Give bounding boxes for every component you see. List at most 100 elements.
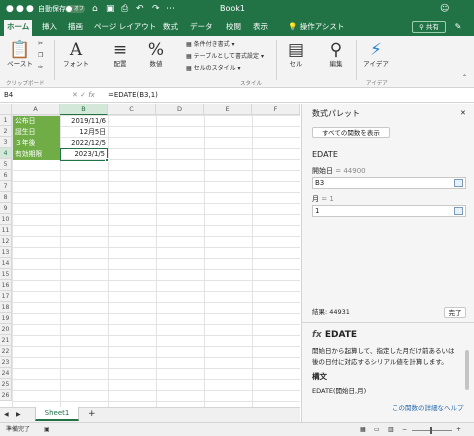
show-all-functions-button[interactable]: すべての関数を表示 [312, 127, 390, 138]
align-button[interactable]: ≡ 配置 [106, 40, 134, 68]
cancel-icon[interactable]: ✕ [72, 91, 80, 99]
column-header-c[interactable]: C [108, 104, 156, 115]
range-select-icon[interactable] [454, 179, 463, 187]
format-painter-icon[interactable]: ✑ [38, 64, 43, 72]
row-header-15[interactable]: 15 [0, 269, 12, 280]
paste-button[interactable]: 📋 ペースト [6, 40, 34, 68]
row-header-11[interactable]: 11 [0, 225, 12, 236]
help-scrollbar[interactable] [465, 350, 469, 390]
tab-home[interactable]: ホーム [4, 20, 33, 36]
editing-button[interactable]: ⚲ 編集 [322, 40, 350, 68]
row-header-22[interactable]: 22 [0, 346, 12, 357]
close-pane-icon[interactable]: ✕ [460, 108, 466, 118]
tab-tell-me[interactable]: 💡 操作アシスト [288, 22, 344, 32]
comments-icon[interactable]: ✎ [450, 21, 466, 33]
row-header-6[interactable]: 6 [0, 170, 12, 181]
number-button[interactable]: % 数値 [142, 40, 170, 68]
home-icon[interactable]: ⌂ [92, 3, 98, 15]
column-header-a[interactable]: A [12, 104, 60, 115]
undo-icon[interactable]: ↶ [136, 3, 144, 15]
autosave-toggle[interactable]: オフ [65, 5, 85, 13]
column-header-b[interactable]: B [60, 104, 108, 115]
column-header-d[interactable]: D [156, 104, 204, 115]
tab-formulas[interactable]: 数式 [163, 22, 178, 32]
zoom-out-icon[interactable]: − [402, 426, 407, 434]
zoom-in-icon[interactable]: + [456, 426, 461, 434]
save-icon[interactable]: ▣ [106, 3, 115, 15]
row-header-1[interactable]: 1 [0, 115, 12, 126]
smiley-icon[interactable]: ☺ [440, 3, 449, 15]
row-header-10[interactable]: 10 [0, 214, 12, 225]
row-header-4[interactable]: 4 [0, 148, 12, 159]
row-header-19[interactable]: 19 [0, 313, 12, 324]
enter-icon[interactable]: ✓ [80, 91, 88, 99]
cell-styles-button[interactable]: ▦ セルのスタイル ▾ [186, 65, 241, 73]
fill-handle[interactable] [105, 158, 109, 162]
view-layout-icon[interactable]: ▭ [374, 426, 380, 434]
conditional-format-button[interactable]: ▦ 条件付き書式 ▾ [186, 41, 235, 49]
cell-a4[interactable]: 有効期限 [13, 149, 60, 160]
arg2-input[interactable]: 1 [312, 205, 466, 217]
row-header-12[interactable]: 12 [0, 236, 12, 247]
sheet-tab-sheet1[interactable]: Sheet1 [35, 407, 79, 421]
column-header-e[interactable]: E [204, 104, 252, 115]
tab-page-layout[interactable]: ページ レイアウト [94, 22, 156, 32]
view-normal-icon[interactable]: ▦ [360, 426, 366, 434]
tab-draw[interactable]: 描画 [68, 22, 83, 32]
row-header-8[interactable]: 8 [0, 192, 12, 203]
cell-a3[interactable]: ３年後 [13, 138, 60, 149]
tab-insert[interactable]: 挿入 [42, 22, 57, 32]
more-icon[interactable]: ⋯ [166, 3, 175, 15]
row-header-13[interactable]: 13 [0, 247, 12, 258]
redo-icon[interactable]: ↷ [152, 3, 160, 15]
red-dot-icon[interactable]: ● [6, 3, 14, 15]
row-header-2[interactable]: 2 [0, 126, 12, 137]
font-button[interactable]: A フォント [62, 40, 90, 68]
share-button[interactable]: ⚲ 共有 [412, 21, 446, 33]
row-header-21[interactable]: 21 [0, 335, 12, 346]
arg1-input[interactable]: B3 [312, 177, 466, 189]
done-button[interactable]: 完了 [444, 307, 466, 318]
row-header-23[interactable]: 23 [0, 357, 12, 368]
cell-b4-selected[interactable]: 2023/1/5 [60, 148, 108, 161]
cell-a1[interactable]: 公布日 [13, 116, 60, 127]
cells-button[interactable]: ▤ セル [282, 40, 310, 68]
zoom-slider-thumb[interactable] [430, 427, 432, 434]
copy-icon[interactable]: ❐ [38, 52, 43, 60]
fx-icon[interactable]: fx [88, 91, 95, 99]
collapse-ribbon-icon[interactable]: ⌃ [462, 74, 467, 82]
row-header-26[interactable]: 26 [0, 390, 12, 401]
row-header-7[interactable]: 7 [0, 181, 12, 192]
row-header-17[interactable]: 17 [0, 291, 12, 302]
tab-review[interactable]: 校閲 [226, 22, 241, 32]
tab-view[interactable]: 表示 [253, 22, 268, 32]
cell-b1[interactable]: 2019/11/6 [61, 116, 108, 127]
macro-record-icon[interactable]: ▣ [44, 426, 50, 434]
add-sheet-button[interactable]: + [88, 410, 96, 419]
row-header-18[interactable]: 18 [0, 302, 12, 313]
cell-b2[interactable]: 12月5日 [61, 127, 108, 138]
zoom-slider[interactable] [412, 430, 452, 431]
scroll-left-icon[interactable]: ◀ [4, 411, 9, 419]
row-header-14[interactable]: 14 [0, 258, 12, 269]
cut-icon[interactable]: ✂ [38, 40, 43, 48]
row-header-3[interactable]: 3 [0, 137, 12, 148]
range-select-icon[interactable] [454, 207, 463, 215]
row-header-24[interactable]: 24 [0, 368, 12, 379]
column-header-f[interactable]: F [252, 104, 300, 115]
cell-a2[interactable]: 誕生日 [13, 127, 60, 138]
scroll-right-icon[interactable]: ▶ [16, 411, 21, 419]
row-header-9[interactable]: 9 [0, 203, 12, 214]
ideas-button[interactable]: ⚡ アイデア [362, 40, 390, 68]
name-box[interactable]: B4 [2, 90, 52, 101]
row-header-16[interactable]: 16 [0, 280, 12, 291]
help-link[interactable]: この関数の詳細なヘルプ [392, 403, 464, 413]
yellow-dot-icon[interactable]: ● [16, 3, 24, 15]
row-header-5[interactable]: 5 [0, 159, 12, 170]
green-dot-icon[interactable]: ● [26, 3, 34, 15]
tab-data[interactable]: データ [190, 22, 213, 32]
view-page-break-icon[interactable]: ▥ [388, 426, 394, 434]
format-as-table-button[interactable]: ▦ テーブルとして書式設定 ▾ [186, 53, 264, 61]
select-all-corner[interactable] [0, 104, 12, 115]
row-header-20[interactable]: 20 [0, 324, 12, 335]
